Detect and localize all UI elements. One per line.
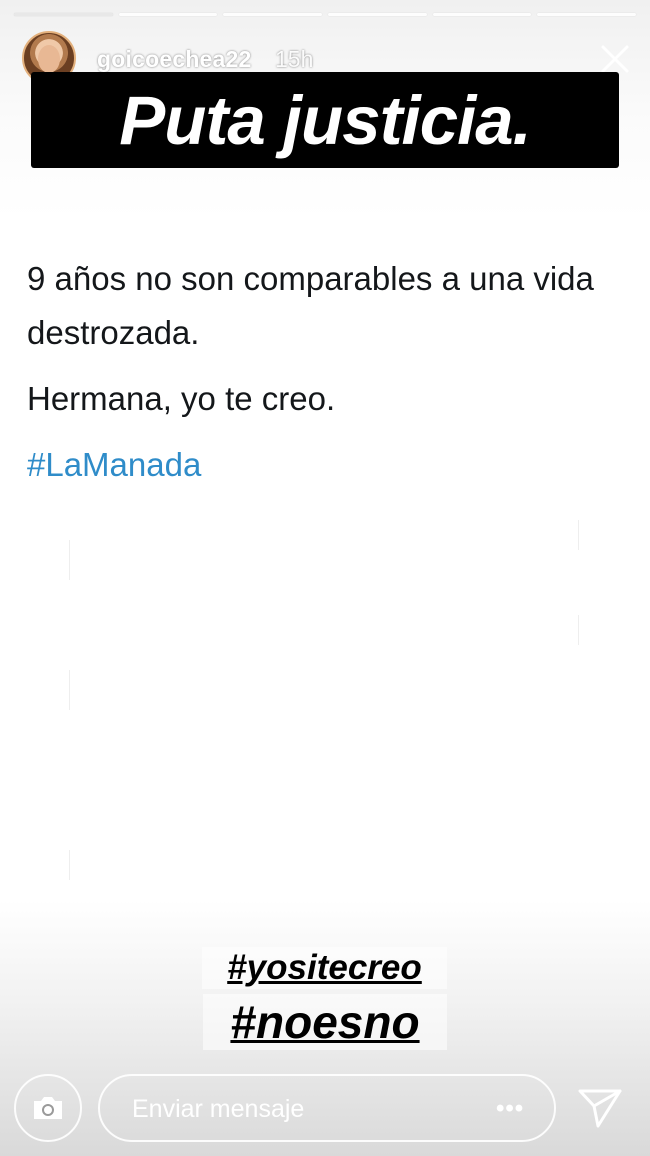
divider <box>578 615 579 645</box>
username[interactable]: goicoechea22 <box>97 46 252 73</box>
send-icon[interactable] <box>577 1087 623 1129</box>
close-icon[interactable] <box>598 42 632 76</box>
timestamp: 15h <box>275 46 314 72</box>
headline-text: Puta justicia. <box>119 81 532 159</box>
more-icon[interactable]: ••• <box>496 1095 524 1123</box>
headline-banner: Puta justicia. <box>31 72 619 168</box>
tweet-line: Hermana, yo te creo. <box>27 380 336 417</box>
camera-icon <box>34 1097 62 1119</box>
message-input[interactable]: Enviar mensaje ••• <box>98 1074 556 1142</box>
tweet-hashtag[interactable]: #LaManada <box>27 438 627 492</box>
story-viewer: goicoechea22 15h Puta justicia. 9 años n… <box>0 0 650 1156</box>
camera-button[interactable] <box>14 1074 82 1142</box>
progress-segment <box>328 13 427 16</box>
divider <box>69 850 70 880</box>
tweet-body: 9 años no son comparables a una vida des… <box>27 252 627 492</box>
tweet-line: 9 años no son comparables a una vida des… <box>27 260 594 351</box>
avatar-face <box>38 45 60 73</box>
divider <box>69 670 70 710</box>
hashtag-sticker[interactable]: #noesno <box>203 994 447 1050</box>
progress-segment <box>118 13 218 16</box>
progress-segment <box>14 13 113 16</box>
progress-segment <box>537 13 637 16</box>
story-progress <box>14 13 637 17</box>
hashtag-sticker[interactable]: #yositecreo <box>202 947 447 989</box>
divider <box>578 520 579 550</box>
progress-segment <box>223 13 323 16</box>
progress-segment <box>432 13 532 16</box>
message-placeholder: Enviar mensaje <box>132 1095 305 1123</box>
divider <box>69 540 70 580</box>
